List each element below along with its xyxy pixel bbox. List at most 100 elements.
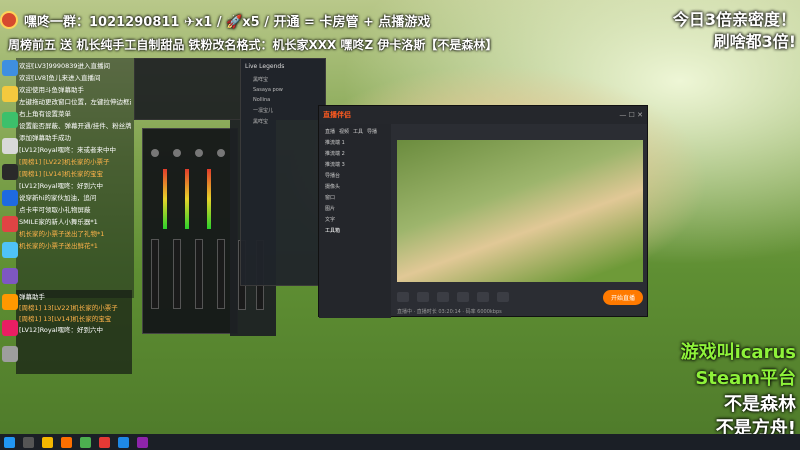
chat-line: [周榜1] [LV14]机长家的宝宝 — [19, 170, 103, 178]
chat-line: 机长家的小票子送出鲜花*1 — [19, 242, 98, 250]
chat-line: [LV12]Royal嘿咚：好到六中 — [19, 182, 104, 190]
start-live-button[interactable]: 开始直播 — [602, 289, 643, 305]
tool-button[interactable] — [437, 292, 449, 302]
taskbar-app-icon[interactable] — [99, 436, 110, 448]
desktop-app-icon[interactable] — [2, 242, 18, 258]
chat-line: 欢迎[LV8]鱼儿来进入直播间 — [19, 74, 101, 82]
chat-line: [周榜1] 13[LV14]机长家的宝宝 — [19, 315, 112, 323]
app-logo: 直播伴侣 — [323, 111, 351, 119]
caption-line: Steam平台 — [695, 368, 796, 389]
volume-fader[interactable] — [217, 239, 225, 309]
overlay-top-right-1: 今日3倍亲密度！ — [672, 10, 796, 29]
tool-button[interactable] — [497, 292, 509, 302]
chat-line: [LV12]Royal嘿咚：好到六中 — [19, 326, 104, 334]
chat-line: 欢迎[LV3]9990839进入直播间 — [19, 62, 111, 70]
viewer-row[interactable]: 黑咩宝 — [241, 116, 325, 127]
tool-button[interactable] — [477, 292, 489, 302]
window-controls[interactable]: — ☐ ✕ — [619, 111, 643, 119]
tab-tools[interactable]: 工具 — [353, 128, 363, 135]
gain-knob[interactable] — [173, 149, 181, 157]
app-sidebar: 直播 视频 工具 导播 推流端 1 推流端 2 推流端 3 导播台 摄像头 窗口… — [319, 124, 391, 318]
stream-overlay-top-line: 嘿咚一群：1021290811 ✈x1 / 🚀x5 / 开通 = 卡房管 + 点… — [0, 6, 660, 34]
chat-line: 添加弹幕助手成功 — [19, 134, 71, 142]
top-line-text: 嘿咚一群：1021290811 ✈x1 / 🚀x5 / 开通 = 卡房管 + 点… — [24, 14, 431, 30]
desktop-app-icon[interactable] — [2, 60, 18, 76]
viewer-row[interactable]: Sasaya pow — [241, 85, 325, 95]
desktop-icon-column — [2, 60, 18, 362]
taskbar-app-icon[interactable] — [118, 436, 129, 448]
chat-line: 欢迎使用斗鱼弹幕助手 — [19, 86, 84, 94]
tools-label: 工具箱 — [325, 228, 341, 234]
volume-fader[interactable] — [195, 239, 203, 309]
start-menu-icon[interactable] — [4, 436, 15, 448]
danmaku-chat-panel: 欢迎[LV3]9990839进入直播间 欢迎[LV8]鱼儿来进入直播间 欢迎使用… — [16, 58, 134, 298]
chat-line: 说穿新hi的家伙加油，追问 — [19, 194, 97, 202]
sidebar-item[interactable]: 推流端 2 — [325, 150, 385, 157]
chat-line: 左键拖动更改窗口位置，左键拉伸边框改变大小 — [19, 98, 131, 106]
chat-line: [LV12]Royal嘿咚：来或者来中中 — [19, 146, 117, 154]
desktop-app-icon[interactable] — [2, 112, 18, 128]
sidebar-item[interactable]: 窗口 — [325, 194, 385, 201]
sidebar-item[interactable]: 推流端 1 — [325, 139, 385, 146]
chat-line: SMILE家的新人小舞乐器*1 — [19, 218, 98, 226]
viewer-row[interactable]: Nollina — [241, 95, 325, 105]
sidebar-item[interactable]: 推流端 3 — [325, 161, 385, 168]
viewer-list-title: Live Legends — [245, 63, 285, 70]
chat2-header: 弹幕助手 — [19, 293, 45, 301]
taskbar-app-icon[interactable] — [61, 436, 72, 448]
folder-icon[interactable] — [2, 86, 18, 102]
tool-button[interactable] — [457, 292, 469, 302]
level-meter — [185, 169, 189, 229]
caption-line: 游戏叫icarus — [680, 342, 796, 363]
stream-overlay-second-line: 周榜前五 送 机长纯手工自制甜品 铁粉改名格式：机长家XXX 嘿咚Z 伊卡洛斯【… — [8, 38, 498, 52]
search-icon[interactable] — [23, 436, 34, 448]
desktop-app-icon[interactable] — [2, 346, 18, 362]
tab-live[interactable]: 直播 — [325, 128, 335, 135]
chat-line: 点卡牢可领取小礼物屏蔽 — [19, 206, 91, 214]
desktop-app-icon[interactable] — [2, 190, 18, 206]
chat-line: 设置能否屏蔽、弹幕开通/挂件、粉丝牌开关等 — [19, 122, 131, 130]
app-titlebar: 直播伴侣 — ☐ ✕ — [319, 106, 647, 124]
windows-taskbar — [0, 434, 800, 450]
sidebar-item[interactable]: 文字 — [325, 216, 385, 223]
tool-button[interactable] — [397, 292, 409, 302]
app-bottom-toolbar: 开始直播 — [397, 288, 643, 306]
sidebar-item[interactable]: 摄像头 — [325, 183, 385, 190]
volume-fader[interactable] — [173, 239, 181, 309]
audio-mixer-window — [142, 128, 238, 334]
stream-companion-window: 直播伴侣 — ☐ ✕ 直播 视频 工具 导播 推流端 1 推流端 2 推流端 3… — [318, 105, 648, 318]
file-icon[interactable] — [2, 138, 18, 154]
desktop-app-icon[interactable] — [2, 268, 18, 284]
viewer-row[interactable]: 黑咩宝 — [241, 74, 325, 85]
stream-preview — [397, 140, 643, 282]
danmaku-chat-panel-2: 弹幕助手 [周榜1] 13[LV22]机长家的小票子 [周榜1] 13[LV14… — [16, 290, 132, 374]
volume-fader[interactable] — [151, 239, 159, 309]
tool-button[interactable] — [417, 292, 429, 302]
level-meter — [207, 169, 211, 229]
sidebar-tabs: 直播 视频 工具 导播 — [325, 128, 385, 135]
taskbar-app-icon[interactable] — [137, 436, 148, 448]
chat-line: 机长家的小票子送出了礼物*1 — [19, 230, 105, 238]
level-meter — [163, 169, 167, 229]
viewer-list-panel: Live Legends 黑咩宝 Sasaya pow Nollina 一凛宝儿… — [240, 58, 326, 286]
chat-line: 右上角有设置菜单 — [19, 110, 71, 118]
taskbar-app-icon[interactable] — [80, 436, 91, 448]
desktop-app-icon[interactable] — [2, 216, 18, 232]
tab-video[interactable]: 视频 — [339, 128, 349, 135]
viewer-row[interactable]: 一凛宝儿 — [241, 105, 325, 116]
gain-knob[interactable] — [217, 149, 225, 157]
desktop-app-icon[interactable] — [2, 294, 18, 310]
tab-director[interactable]: 导播 — [367, 128, 377, 135]
chat-line: [周榜1] 13[LV22]机长家的小票子 — [19, 304, 118, 312]
file-explorer-icon[interactable] — [42, 436, 53, 448]
desktop-app-icon[interactable] — [2, 320, 18, 336]
chat-line: [周榜1] [LV22]机长家的小票子 — [19, 158, 110, 166]
gain-knob[interactable] — [151, 149, 159, 157]
caption-line: 不是森林 — [724, 394, 796, 415]
gain-knob[interactable] — [195, 149, 203, 157]
sidebar-item[interactable]: 导播台 — [325, 172, 385, 179]
sidebar-item[interactable]: 图片 — [325, 205, 385, 212]
fan-badge-icon — [0, 11, 18, 29]
overlay-top-right-2: 刷啥都3倍! — [713, 32, 796, 51]
steam-icon[interactable] — [2, 164, 18, 180]
